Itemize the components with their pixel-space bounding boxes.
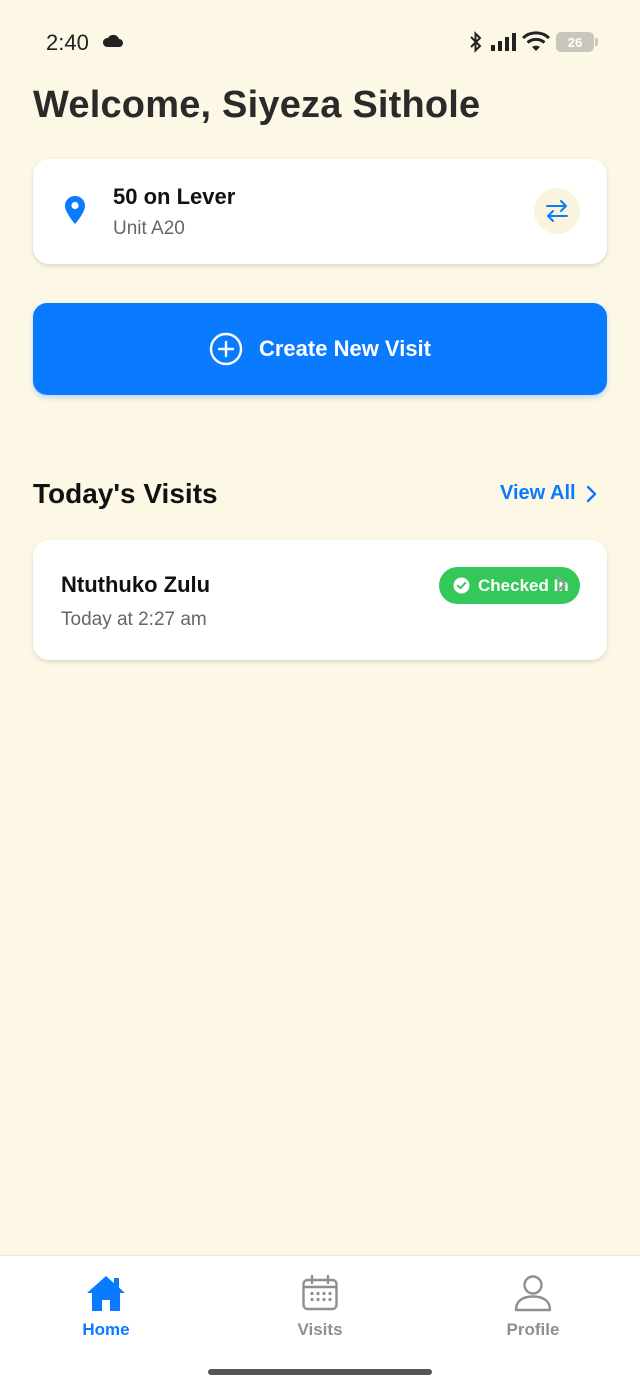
chevron-right-icon bbox=[586, 485, 596, 502]
switch-location-button[interactable] bbox=[534, 188, 580, 234]
battery-level: 26 bbox=[567, 34, 583, 50]
location-unit: Unit A20 bbox=[113, 218, 185, 239]
create-new-visit-label: Create New Visit bbox=[258, 336, 431, 361]
todays-visits-title: Today's Visits bbox=[33, 478, 218, 509]
nav-label-profile: Profile bbox=[506, 1320, 560, 1339]
nav-item-visits[interactable]: Visits bbox=[250, 1274, 390, 1340]
visit-time: Today at 2:27 am bbox=[61, 609, 207, 630]
check-circle-icon bbox=[453, 577, 470, 594]
visit-card[interactable]: Ntuthuko Zulu Today at 2:27 am Checked I… bbox=[33, 540, 607, 660]
person-icon bbox=[514, 1275, 552, 1312]
visitor-name: Ntuthuko Zulu bbox=[61, 572, 211, 597]
page-title: Welcome, Siyeza Sithole bbox=[33, 84, 481, 126]
signal-icon bbox=[491, 33, 516, 51]
home-icon bbox=[87, 1276, 125, 1311]
cloud-icon bbox=[102, 34, 123, 47]
location-pin-icon bbox=[65, 196, 85, 224]
home-indicator bbox=[208, 1369, 432, 1375]
nav-item-home[interactable]: Home bbox=[36, 1274, 176, 1340]
calendar-icon bbox=[302, 1274, 338, 1311]
nav-label-home: Home bbox=[82, 1320, 130, 1339]
nav-label-visits: Visits bbox=[297, 1320, 343, 1339]
location-card[interactable]: 50 on Lever Unit A20 bbox=[33, 159, 607, 264]
view-all-label: View All bbox=[500, 482, 576, 504]
view-all-link[interactable]: View All bbox=[500, 482, 598, 505]
battery-icon: 26 bbox=[556, 32, 598, 52]
status-icons: 26 bbox=[468, 30, 598, 54]
chevron-right-icon bbox=[556, 575, 567, 593]
swap-arrows-icon bbox=[546, 200, 568, 222]
location-name: 50 on Lever bbox=[113, 184, 236, 209]
bottom-nav: Home Visits Profile bbox=[0, 1255, 640, 1386]
nav-item-profile[interactable]: Profile bbox=[463, 1274, 603, 1340]
create-new-visit-button[interactable]: Create New Visit bbox=[33, 303, 607, 395]
bluetooth-icon bbox=[470, 31, 482, 53]
wifi-icon bbox=[522, 31, 550, 51]
status-bar: 2:40 26 bbox=[0, 0, 640, 84]
status-time: 2:40 bbox=[46, 30, 89, 55]
add-circle-icon bbox=[209, 332, 243, 366]
